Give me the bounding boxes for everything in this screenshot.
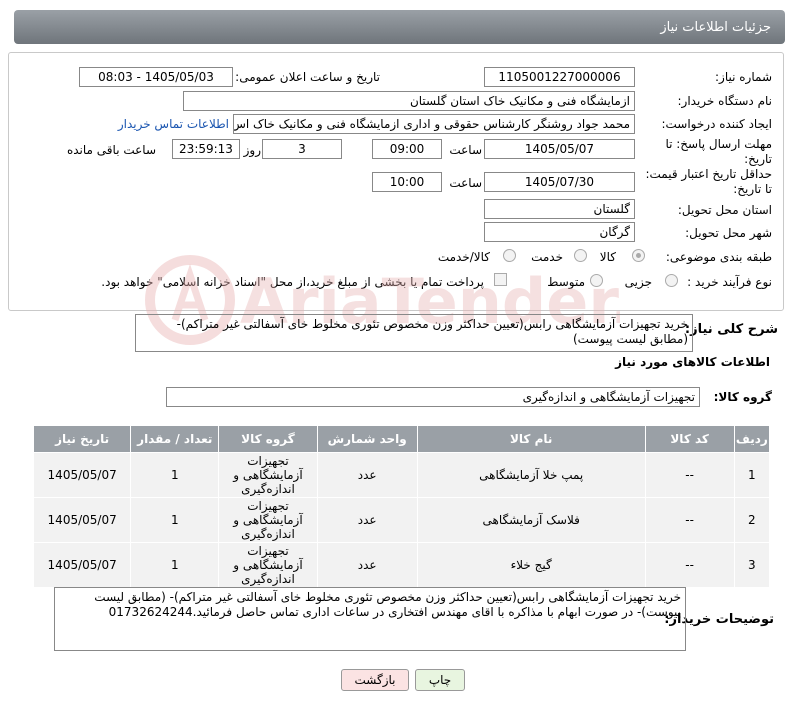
province-label: استان محل تحویل:: [677, 203, 772, 217]
category-goods-label: کالا: [599, 250, 616, 264]
row-date: 1405/05/07: [32, 497, 132, 543]
category-both-label: کالا/خدمت: [437, 250, 490, 264]
back-button[interactable]: بازگشت: [341, 669, 409, 691]
need-number-label: شماره نیاز:: [715, 70, 772, 84]
col-header-idx: ردیف: [733, 425, 771, 453]
deadline-date-field: 1405/05/07: [484, 139, 635, 159]
row-group: تجهیزات آزمایشگاهی و اندازه‌گیری: [218, 542, 318, 588]
province-field: گلستان: [484, 199, 635, 219]
row-name: گیج خلاء: [416, 542, 646, 588]
category-label: طبقه بندی موضوعی:: [665, 250, 772, 264]
page-title: جزئیات اطلاعات نیاز: [660, 20, 771, 35]
city-field: گرگان: [484, 222, 635, 242]
row-date: 1405/05/07: [32, 452, 132, 498]
description-field: خرید تجهیزات آزمایشگاهی رابس(تعیین حداکث…: [135, 314, 693, 352]
announce-label: تاریخ و ساعت اعلان عمومی:: [235, 70, 380, 84]
row-qty: 1: [130, 497, 220, 543]
creator-label: ایجاد کننده درخواست:: [661, 117, 772, 131]
goods-group-label: گروه کالا:: [713, 390, 772, 404]
col-header-unit: واحد شمارش: [316, 425, 418, 453]
row-code: --: [644, 452, 735, 498]
validity-time-field: 10:00: [372, 172, 442, 192]
goods-table: ردیف کد کالا نام کالا واحد شمارش گروه کا…: [32, 425, 771, 588]
table-row: 2 -- فلاسک آزمایشگاهی عدد تجهیزات آزمایش…: [32, 497, 771, 543]
remaining-time-field: 23:59:13: [172, 139, 240, 159]
need-number-field: 1105001227000006: [484, 67, 635, 87]
row-idx: 3: [733, 542, 771, 588]
deadline-label-2: تاریخ:: [744, 152, 772, 166]
category-both-radio[interactable]: [503, 249, 516, 262]
validity-label: حداقل تاریخ اعتبار قیمت:: [645, 167, 772, 181]
deadline-time-field: 09:00: [372, 139, 442, 159]
row-group: تجهیزات آزمایشگاهی و اندازه‌گیری: [218, 497, 318, 543]
process-medium-radio[interactable]: [590, 274, 603, 287]
row-name: فلاسک آزمایشگاهی: [416, 497, 646, 543]
deadline-time-label: ساعت: [449, 143, 482, 157]
col-header-code: کد کالا: [644, 425, 735, 453]
days-field: 3: [262, 139, 342, 159]
row-unit: عدد: [316, 497, 418, 543]
treasury-payment-checkbox[interactable]: [494, 273, 507, 286]
col-header-qty: تعداد / مقدار: [130, 425, 220, 453]
table-row: 1 -- پمپ خلا آزمایشگاهی عدد تجهیزات آزما…: [32, 452, 771, 498]
table-row: 3 -- گیج خلاء عدد تجهیزات آزمایشگاهی و ا…: [32, 542, 771, 588]
category-goods-radio[interactable]: [632, 249, 645, 262]
row-code: --: [644, 497, 735, 543]
buyer-org-field: ازمایشگاه فنی و مکانیک خاک استان گلستان: [183, 91, 635, 111]
goods-group-field: تجهیزات آزمایشگاهی و اندازه‌گیری: [166, 387, 700, 407]
goods-section-title: اطلاعات کالاهای مورد نیاز: [615, 355, 770, 369]
city-label: شهر محل تحویل:: [685, 226, 772, 240]
col-header-date: تاریخ نیاز: [32, 425, 132, 453]
process-minor-label: جزیی: [624, 275, 652, 289]
category-service-label: خدمت: [531, 250, 563, 264]
creator-field: محمد جواد روشنگر کارشناس حقوقی و اداری ا…: [233, 114, 635, 134]
buyer-notes-field: خرید تجهیزات آزمایشگاهی رابس(تعیین حداکث…: [54, 587, 686, 651]
remaining-label: ساعت باقی مانده: [66, 143, 156, 157]
col-header-group: گروه کالا: [218, 425, 318, 453]
row-group: تجهیزات آزمایشگاهی و اندازه‌گیری: [218, 452, 318, 498]
row-name: پمپ خلا آزمایشگاهی: [416, 452, 646, 498]
payment-note: پرداخت تمام یا بخشی از مبلغ خرید،از محل …: [101, 275, 484, 289]
validity-date-field: 1405/07/30: [484, 172, 635, 192]
process-label: نوع فرآیند خرید :: [687, 275, 772, 289]
row-unit: عدد: [316, 452, 418, 498]
row-qty: 1: [130, 452, 220, 498]
col-header-name: نام کالا: [416, 425, 646, 453]
contact-info-link[interactable]: اطلاعات تماس خریدار: [118, 117, 229, 131]
print-button[interactable]: چاپ: [415, 669, 465, 691]
row-date: 1405/05/07: [32, 542, 132, 588]
process-minor-radio[interactable]: [665, 274, 678, 287]
row-unit: عدد: [316, 542, 418, 588]
buyer-org-label: نام دستگاه خریدار:: [677, 94, 773, 108]
validity-label-2: تا تاریخ:: [733, 182, 772, 196]
announce-field: 1405/05/03 - 08:03: [79, 67, 233, 87]
category-service-radio[interactable]: [574, 249, 587, 262]
validity-time-label: ساعت: [449, 176, 482, 190]
description-label: شرح کلی نیاز:: [684, 322, 778, 337]
page-header: جزئیات اطلاعات نیاز: [14, 10, 785, 44]
row-idx: 2: [733, 497, 771, 543]
row-qty: 1: [130, 542, 220, 588]
process-medium-label: متوسط: [547, 275, 585, 289]
deadline-label: مهلت ارسال پاسخ: تا: [665, 137, 772, 151]
row-idx: 1: [733, 452, 771, 498]
row-code: --: [644, 542, 735, 588]
